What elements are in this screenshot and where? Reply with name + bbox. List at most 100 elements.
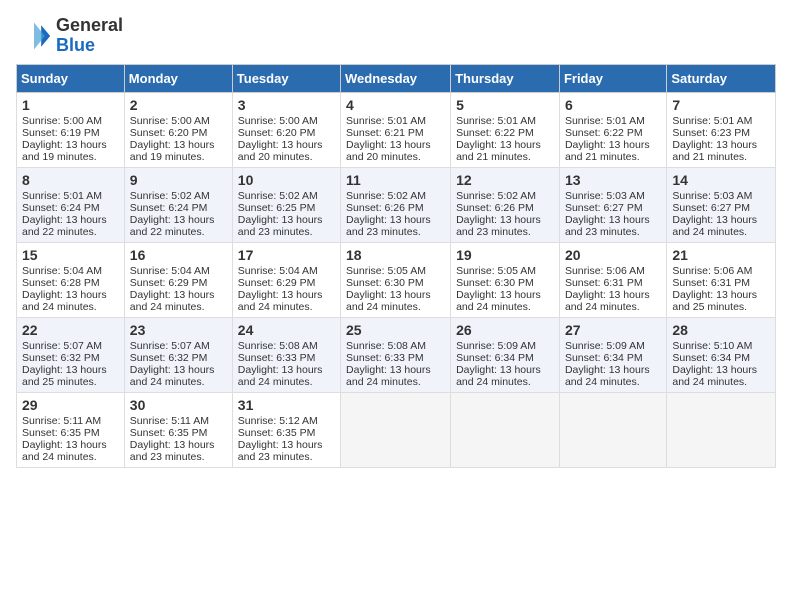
calendar-cell: 22 Sunrise: 5:07 AM Sunset: 6:32 PM Dayl… — [17, 317, 125, 392]
sunset-label: Sunset: 6:33 PM — [346, 352, 424, 364]
day-number: 23 — [130, 322, 227, 338]
sunrise-label: Sunrise: 5:01 AM — [565, 115, 645, 127]
calendar-week-row: 15 Sunrise: 5:04 AM Sunset: 6:28 PM Dayl… — [17, 242, 776, 317]
daylight-label: Daylight: 13 hours and 24 minutes. — [130, 289, 215, 313]
calendar-cell: 8 Sunrise: 5:01 AM Sunset: 6:24 PM Dayli… — [17, 167, 125, 242]
daylight-label: Daylight: 13 hours and 23 minutes. — [565, 214, 650, 238]
calendar-cell: 10 Sunrise: 5:02 AM Sunset: 6:25 PM Dayl… — [232, 167, 340, 242]
sunrise-label: Sunrise: 5:10 AM — [672, 340, 752, 352]
calendar-cell: 2 Sunrise: 5:00 AM Sunset: 6:20 PM Dayli… — [124, 92, 232, 167]
logo-text: General Blue — [56, 16, 123, 56]
calendar-body: 1 Sunrise: 5:00 AM Sunset: 6:19 PM Dayli… — [17, 92, 776, 467]
day-number: 17 — [238, 247, 335, 263]
day-number: 27 — [565, 322, 661, 338]
sunrise-label: Sunrise: 5:08 AM — [238, 340, 318, 352]
calendar-cell: 12 Sunrise: 5:02 AM Sunset: 6:26 PM Dayl… — [451, 167, 560, 242]
daylight-label: Daylight: 13 hours and 22 minutes. — [22, 214, 107, 238]
calendar-week-row: 8 Sunrise: 5:01 AM Sunset: 6:24 PM Dayli… — [17, 167, 776, 242]
daylight-label: Daylight: 13 hours and 19 minutes. — [22, 139, 107, 163]
calendar-cell: 19 Sunrise: 5:05 AM Sunset: 6:30 PM Dayl… — [451, 242, 560, 317]
calendar-cell — [451, 392, 560, 467]
sunrise-label: Sunrise: 5:02 AM — [456, 190, 536, 202]
sunrise-label: Sunrise: 5:00 AM — [22, 115, 102, 127]
daylight-label: Daylight: 13 hours and 25 minutes. — [22, 364, 107, 388]
day-number: 11 — [346, 172, 445, 188]
sunset-label: Sunset: 6:35 PM — [130, 427, 208, 439]
daylight-label: Daylight: 13 hours and 20 minutes. — [346, 139, 431, 163]
sunset-label: Sunset: 6:22 PM — [456, 127, 534, 139]
daylight-label: Daylight: 13 hours and 23 minutes. — [346, 214, 431, 238]
day-number: 14 — [672, 172, 770, 188]
days-of-week-row: SundayMondayTuesdayWednesdayThursdayFrid… — [17, 64, 776, 92]
sunset-label: Sunset: 6:29 PM — [130, 277, 208, 289]
day-number: 28 — [672, 322, 770, 338]
daylight-label: Daylight: 13 hours and 24 minutes. — [672, 214, 757, 238]
calendar-week-row: 1 Sunrise: 5:00 AM Sunset: 6:19 PM Dayli… — [17, 92, 776, 167]
calendar-cell — [341, 392, 451, 467]
sunset-label: Sunset: 6:32 PM — [22, 352, 100, 364]
calendar-cell: 9 Sunrise: 5:02 AM Sunset: 6:24 PM Dayli… — [124, 167, 232, 242]
day-number: 24 — [238, 322, 335, 338]
calendar-cell: 11 Sunrise: 5:02 AM Sunset: 6:26 PM Dayl… — [341, 167, 451, 242]
sunrise-label: Sunrise: 5:01 AM — [456, 115, 536, 127]
calendar-cell — [559, 392, 666, 467]
day-number: 13 — [565, 172, 661, 188]
daylight-label: Daylight: 13 hours and 23 minutes. — [456, 214, 541, 238]
sunset-label: Sunset: 6:29 PM — [238, 277, 316, 289]
daylight-label: Daylight: 13 hours and 24 minutes. — [346, 364, 431, 388]
calendar-cell — [667, 392, 776, 467]
sunrise-label: Sunrise: 5:01 AM — [672, 115, 752, 127]
sunrise-label: Sunrise: 5:09 AM — [456, 340, 536, 352]
day-number: 15 — [22, 247, 119, 263]
sunset-label: Sunset: 6:28 PM — [22, 277, 100, 289]
sunset-label: Sunset: 6:24 PM — [22, 202, 100, 214]
day-number: 5 — [456, 97, 554, 113]
sunset-label: Sunset: 6:31 PM — [565, 277, 643, 289]
sunrise-label: Sunrise: 5:02 AM — [130, 190, 210, 202]
daylight-label: Daylight: 13 hours and 24 minutes. — [456, 289, 541, 313]
sunset-label: Sunset: 6:30 PM — [456, 277, 534, 289]
daylight-label: Daylight: 13 hours and 20 minutes. — [238, 139, 323, 163]
calendar-cell: 15 Sunrise: 5:04 AM Sunset: 6:28 PM Dayl… — [17, 242, 125, 317]
daylight-label: Daylight: 13 hours and 24 minutes. — [238, 289, 323, 313]
calendar-cell: 16 Sunrise: 5:04 AM Sunset: 6:29 PM Dayl… — [124, 242, 232, 317]
sunrise-label: Sunrise: 5:05 AM — [346, 265, 426, 277]
calendar-cell: 18 Sunrise: 5:05 AM Sunset: 6:30 PM Dayl… — [341, 242, 451, 317]
sunrise-label: Sunrise: 5:03 AM — [672, 190, 752, 202]
day-number: 30 — [130, 397, 227, 413]
day-number: 9 — [130, 172, 227, 188]
day-number: 4 — [346, 97, 445, 113]
sunset-label: Sunset: 6:27 PM — [672, 202, 750, 214]
sunset-label: Sunset: 6:31 PM — [672, 277, 750, 289]
calendar-cell: 13 Sunrise: 5:03 AM Sunset: 6:27 PM Dayl… — [559, 167, 666, 242]
day-number: 16 — [130, 247, 227, 263]
daylight-label: Daylight: 13 hours and 24 minutes. — [130, 364, 215, 388]
calendar-table: SundayMondayTuesdayWednesdayThursdayFrid… — [16, 64, 776, 468]
day-number: 26 — [456, 322, 554, 338]
day-number: 2 — [130, 97, 227, 113]
sunrise-label: Sunrise: 5:01 AM — [22, 190, 102, 202]
daylight-label: Daylight: 13 hours and 23 minutes. — [238, 439, 323, 463]
daylight-label: Daylight: 13 hours and 24 minutes. — [22, 439, 107, 463]
sunset-label: Sunset: 6:19 PM — [22, 127, 100, 139]
day-number: 25 — [346, 322, 445, 338]
sunset-label: Sunset: 6:26 PM — [346, 202, 424, 214]
sunset-label: Sunset: 6:21 PM — [346, 127, 424, 139]
daylight-label: Daylight: 13 hours and 19 minutes. — [130, 139, 215, 163]
day-number: 1 — [22, 97, 119, 113]
day-number: 8 — [22, 172, 119, 188]
calendar-cell: 23 Sunrise: 5:07 AM Sunset: 6:32 PM Dayl… — [124, 317, 232, 392]
sunset-label: Sunset: 6:26 PM — [456, 202, 534, 214]
sunrise-label: Sunrise: 5:06 AM — [565, 265, 645, 277]
sunset-label: Sunset: 6:25 PM — [238, 202, 316, 214]
sunrise-label: Sunrise: 5:03 AM — [565, 190, 645, 202]
calendar-cell: 29 Sunrise: 5:11 AM Sunset: 6:35 PM Dayl… — [17, 392, 125, 467]
daylight-label: Daylight: 13 hours and 21 minutes. — [456, 139, 541, 163]
sunrise-label: Sunrise: 5:01 AM — [346, 115, 426, 127]
sunset-label: Sunset: 6:32 PM — [130, 352, 208, 364]
sunset-label: Sunset: 6:27 PM — [565, 202, 643, 214]
sunrise-label: Sunrise: 5:08 AM — [346, 340, 426, 352]
sunset-label: Sunset: 6:22 PM — [565, 127, 643, 139]
sunrise-label: Sunrise: 5:11 AM — [130, 415, 209, 427]
sunrise-label: Sunrise: 5:07 AM — [130, 340, 210, 352]
